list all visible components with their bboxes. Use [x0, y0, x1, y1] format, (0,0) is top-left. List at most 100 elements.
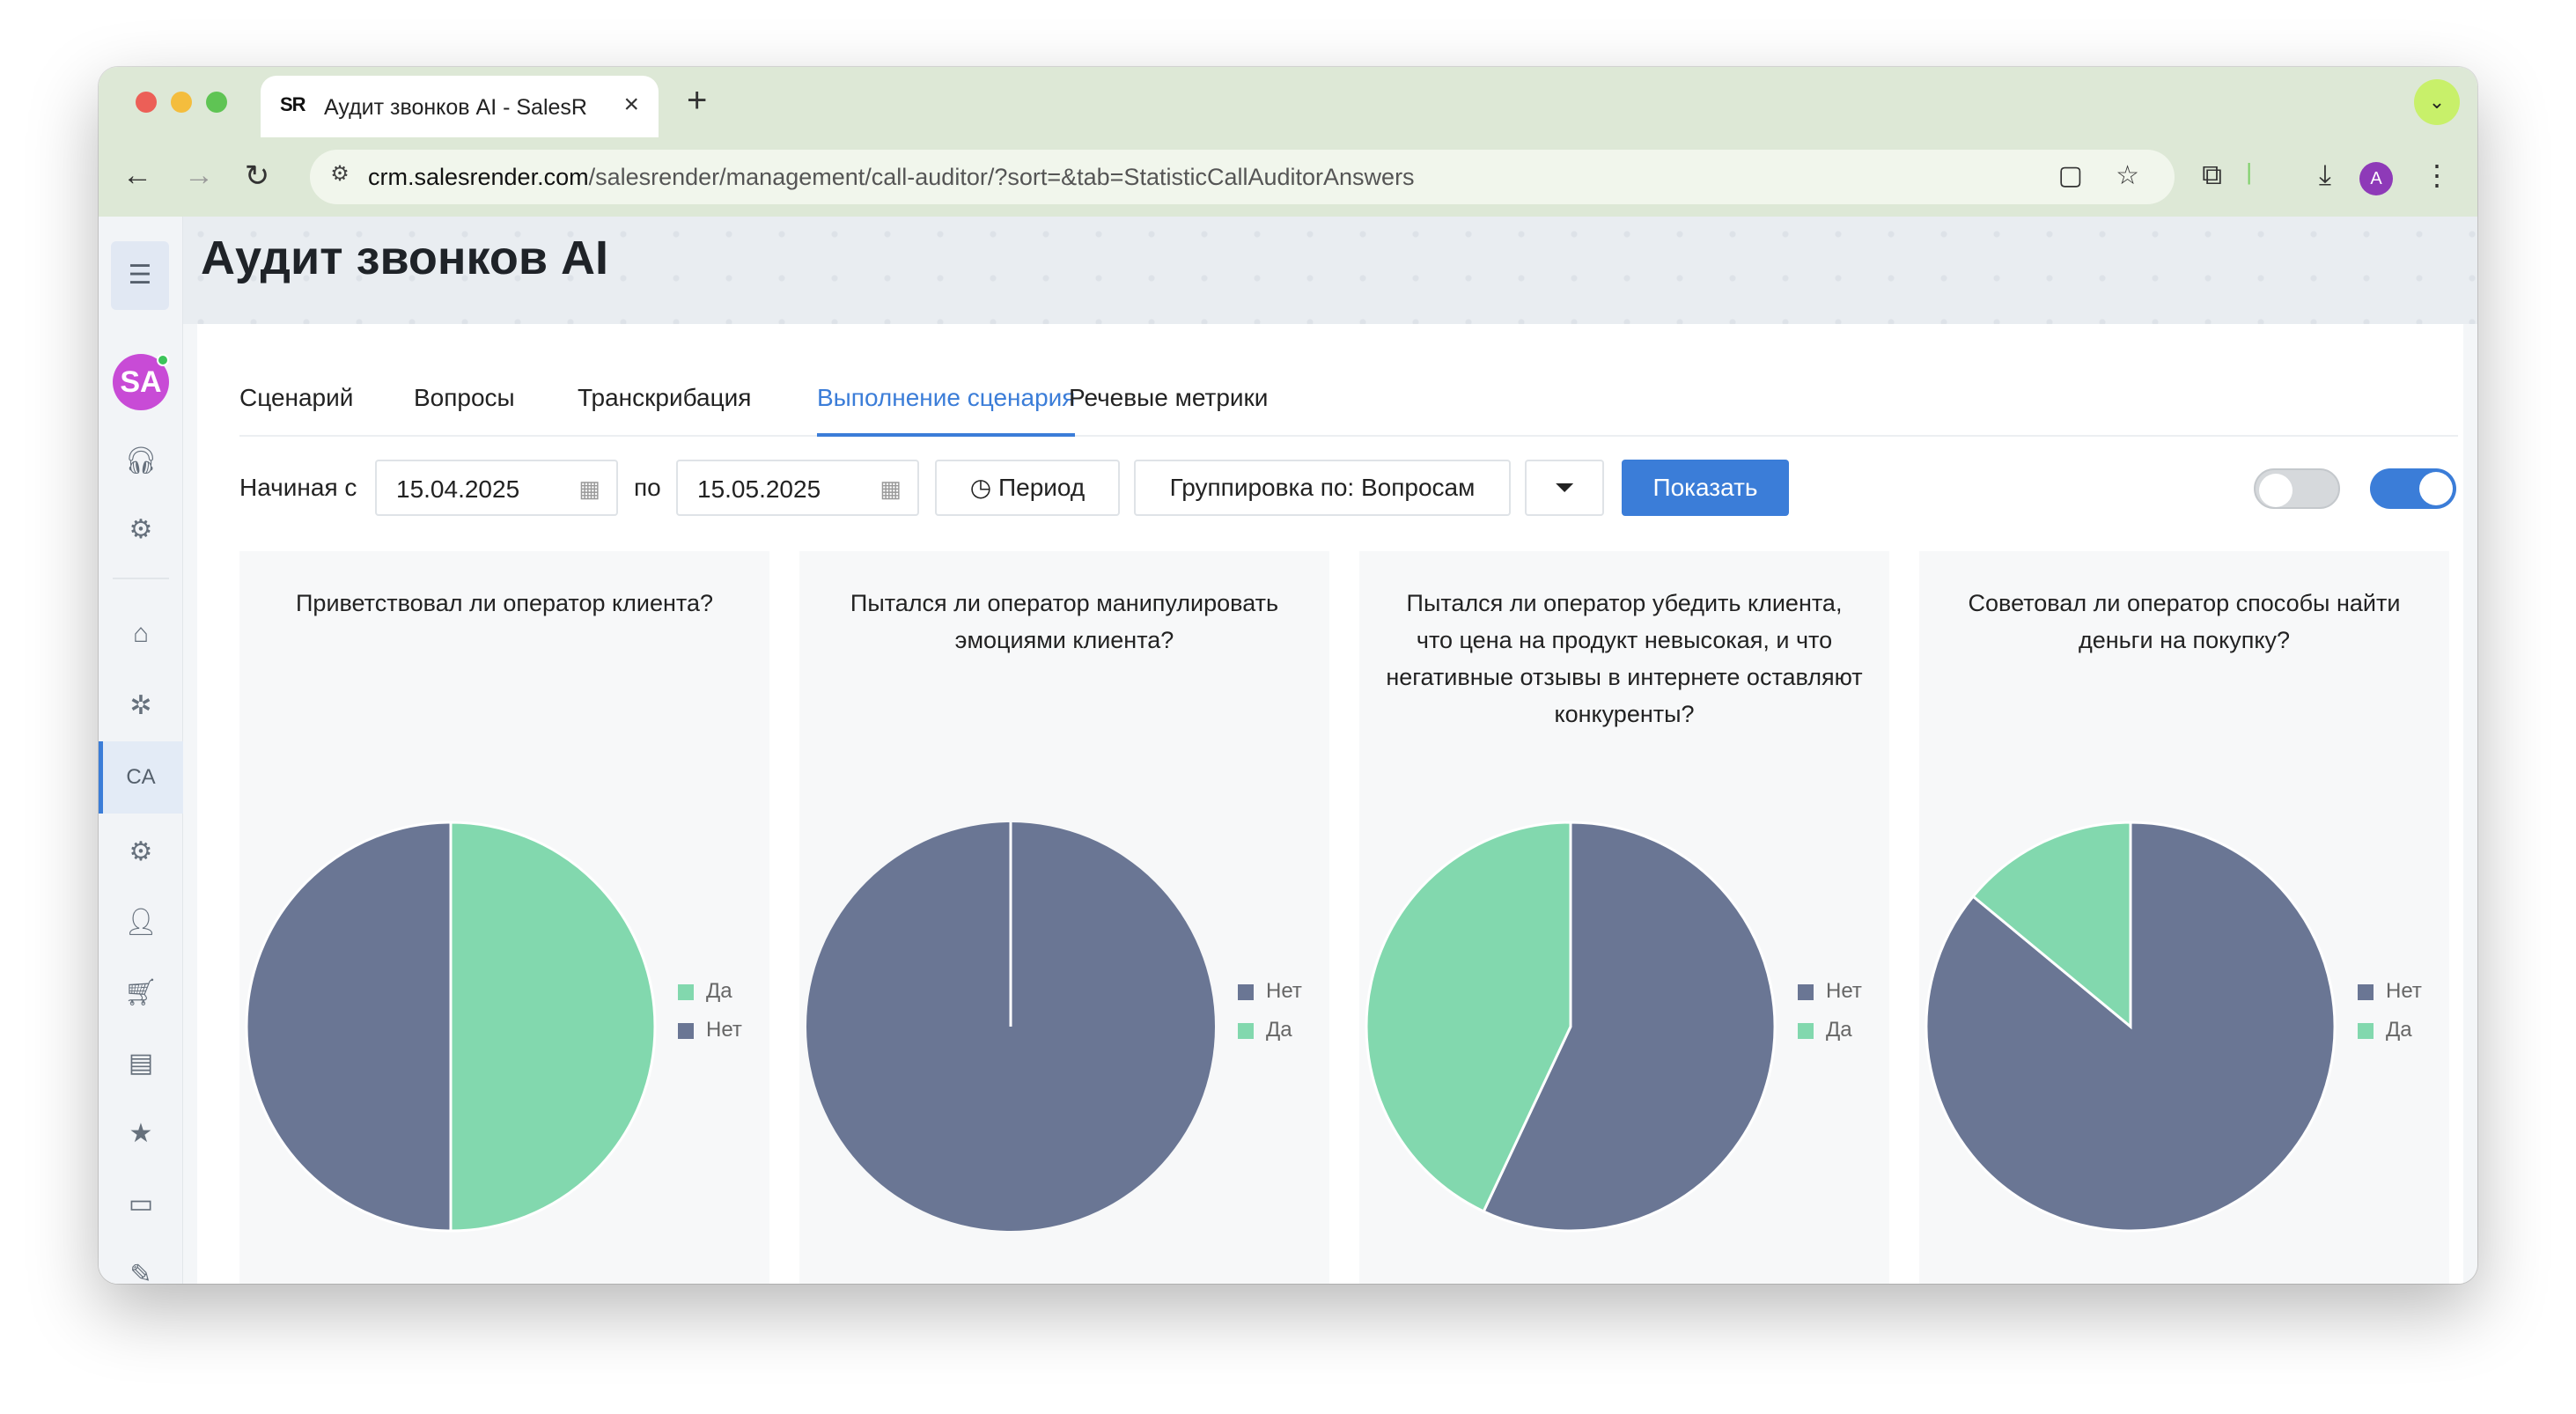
pie-slice-no[interactable]: [245, 821, 453, 1233]
forward-icon[interactable]: →: [181, 158, 217, 193]
legend-label: Нет: [2386, 979, 2422, 1003]
ticket-icon[interactable]: ★: [99, 1102, 183, 1166]
legend-item[interactable]: Нет: [678, 1011, 742, 1049]
settings-icon[interactable]: ⚙: [99, 498, 183, 562]
pie-slice-yes[interactable]: [449, 821, 657, 1233]
legend-item[interactable]: Нет: [2358, 972, 2422, 1011]
legend-label: Нет: [1266, 979, 1302, 1003]
period-button[interactable]: ◷ Период: [935, 460, 1120, 516]
sidebar-divider: [113, 578, 169, 579]
pie-chart-1: [245, 821, 657, 1233]
url-domain: crm.salesrender.com: [368, 164, 589, 190]
clipboard-icon[interactable]: ▢: [2058, 160, 2083, 191]
browser-toolbar: ← → ↻ ⚙ crm.salesrender.com/salesrender/…: [99, 137, 2477, 217]
user-initials: SA: [120, 365, 162, 399]
gear-icon[interactable]: ⚙: [99, 821, 183, 884]
tab-search-icon[interactable]: ⌄: [2414, 79, 2460, 125]
store-icon[interactable]: ▤: [99, 1032, 183, 1095]
maximize-window-button[interactable]: [206, 92, 227, 113]
legend-swatch: [1238, 984, 1254, 1000]
sidebar: ☰ SA 🎧︎ ⚙ ⌂ ✲ CA ⚙ 👤︎ 🛒︎ ▤ ★ ▭ ✎: [99, 217, 183, 1284]
legend-swatch: [1238, 1023, 1254, 1039]
legend-item[interactable]: Да: [678, 972, 742, 1011]
toggle-knob: [2259, 474, 2293, 507]
chart-legend: Да Нет: [678, 972, 742, 1049]
chart-card-1: Приветствовал ли оператор клиента? Да Нет: [239, 551, 769, 1284]
table-view-toggle[interactable]: [2254, 468, 2340, 509]
close-tab-icon[interactable]: ×: [623, 90, 639, 120]
group-by-button[interactable]: Группировка по: Вопросам: [1134, 460, 1511, 516]
legend-item[interactable]: Да: [1798, 1011, 1862, 1049]
ai-brain-icon[interactable]: ✲: [99, 674, 183, 738]
tab-scenario-execution[interactable]: Выполнение сценария: [817, 379, 1076, 437]
legend-item[interactable]: Да: [1238, 1011, 1302, 1049]
minimize-window-button[interactable]: [171, 92, 192, 113]
new-tab-button[interactable]: +: [687, 81, 707, 121]
page-title: Аудит звонков AI: [201, 232, 609, 284]
bookmark-star-icon[interactable]: ☆: [2116, 160, 2139, 191]
filters-bar: Начиная с 15.04.2025 ▦ по 15.05.2025 ▦ ◷ П…: [239, 460, 2458, 516]
close-window-button[interactable]: [136, 92, 157, 113]
reload-icon[interactable]: ↻: [239, 158, 275, 194]
legend-label: Нет: [1826, 979, 1862, 1003]
url-text: crm.salesrender.com/salesrender/manageme…: [368, 164, 1415, 191]
tab-speech-metrics[interactable]: Речевые метрики: [1069, 379, 1268, 437]
calendar-icon: ▦: [880, 475, 902, 502]
legend-label: Да: [706, 979, 732, 1003]
legend-item[interactable]: Нет: [1238, 972, 1302, 1011]
tab-questions[interactable]: Вопросы: [414, 379, 515, 437]
legend-item[interactable]: Нет: [1798, 972, 1862, 1011]
chart-card-3: Пытался ли оператор убедить клиента, что…: [1359, 551, 1889, 1284]
title-bar: SR Аудит звонков AI - SalesRender × + ⌄: [99, 67, 2477, 137]
show-button[interactable]: Показать: [1622, 460, 1789, 516]
main-panel: Сценарий Вопросы Транскрибация Выполнени…: [197, 324, 2463, 1284]
site-info-icon[interactable]: ⚙: [324, 161, 356, 193]
legend-swatch: [678, 984, 694, 1000]
clock-icon: ◷: [969, 474, 998, 501]
from-label: Начиная с: [239, 474, 357, 501]
sidebar-toggle-icon[interactable]: ☰: [111, 241, 169, 310]
from-date-input[interactable]: 15.04.2025 ▦: [375, 460, 618, 516]
filter-icon[interactable]: ⏷: [1525, 460, 1604, 516]
toolbar-divider: |: [2246, 158, 2252, 185]
toggle-knob: [2419, 472, 2453, 505]
calendar-icon: ▦: [578, 475, 600, 502]
to-label: по: [634, 474, 661, 501]
user-icon[interactable]: 👤︎: [99, 891, 183, 954]
period-label: Период: [998, 474, 1086, 501]
browser-tab[interactable]: SR Аудит звонков AI - SalesRender ×: [261, 76, 659, 137]
chart-legend: Нет Да: [1798, 972, 1862, 1049]
legend-swatch: [2358, 984, 2374, 1000]
legend-swatch: [1798, 1023, 1814, 1039]
avatar[interactable]: SA: [113, 354, 169, 410]
legend-swatch: [2358, 1023, 2374, 1039]
address-bar[interactable]: ⚙ crm.salesrender.com/salesrender/manage…: [310, 150, 2175, 204]
chart-view-toggle[interactable]: [2370, 468, 2456, 509]
to-date-input[interactable]: 15.05.2025 ▦: [676, 460, 919, 516]
extensions-icon[interactable]: ⧉: [2202, 158, 2222, 192]
pie-chart-4: [1925, 821, 2337, 1233]
chart-legend: Нет Да: [1238, 972, 1302, 1049]
chart-legend: Нет Да: [2358, 972, 2422, 1049]
legend-swatch: [678, 1023, 694, 1039]
tab-scenario[interactable]: Сценарий: [239, 379, 353, 437]
legend-item[interactable]: Да: [2358, 1011, 2422, 1049]
legend-label: Да: [2386, 1018, 2412, 1042]
download-icon[interactable]: ⤓: [2319, 158, 2331, 192]
cart-icon[interactable]: 🛒︎: [99, 961, 183, 1025]
online-status-icon: [157, 354, 169, 366]
legend-label: Нет: [706, 1018, 742, 1042]
back-icon[interactable]: ←: [120, 158, 155, 193]
profile-avatar[interactable]: A: [2359, 162, 2393, 195]
tab-transcription[interactable]: Транскрибация: [578, 379, 751, 437]
edit-icon[interactable]: ✎: [99, 1243, 183, 1284]
headset-icon[interactable]: 🎧︎: [99, 430, 183, 493]
menu-icon[interactable]: ⋮: [2423, 158, 2451, 192]
favicon-icon: SR: [280, 93, 306, 115]
sidebar-item-ca[interactable]: CA: [99, 741, 183, 814]
folder-icon[interactable]: ▭: [99, 1173, 183, 1236]
home-icon[interactable]: ⌂: [99, 602, 183, 666]
url-path: /salesrender/management/call-auditor/?so…: [588, 164, 1415, 190]
to-date-value: 15.05.2025: [697, 475, 821, 503]
tabs-bar: Сценарий Вопросы Транскрибация Выполнени…: [239, 379, 2458, 437]
